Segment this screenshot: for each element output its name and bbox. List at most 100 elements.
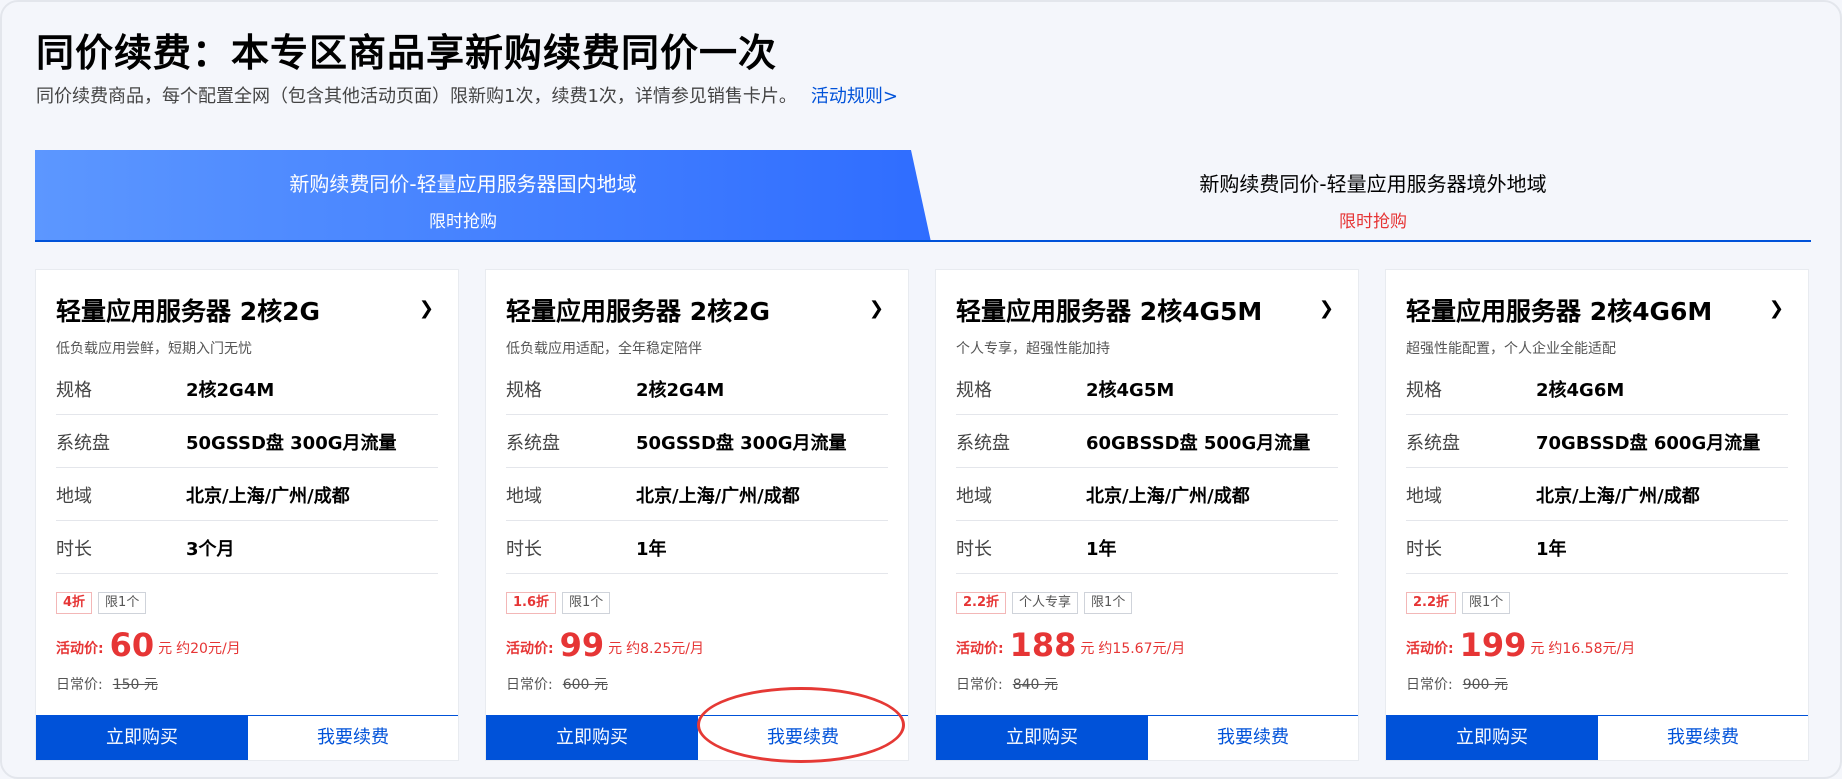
tag-list: 1.6折 限1个: [506, 592, 611, 614]
spec-row: 系统盘 70GBSSD盘 600G月流量: [1406, 415, 1788, 468]
spec-row: 系统盘 60GBSSD盘 500G月流量: [956, 415, 1338, 468]
buy-now-button[interactable]: 立即购买: [36, 715, 248, 760]
chevron-right-icon[interactable]: ❯: [1319, 298, 1334, 319]
region-tabs: 新购续费同价-轻量应用服务器国内地域 限时抢购 新购续费同价-轻量应用服务器境外…: [35, 150, 1811, 242]
product-card: 轻量应用服务器 2核4G5M ❯ 个人专享，超强性能加持 规格 2核4G5M 系统…: [935, 269, 1359, 761]
tag-list: 4折 限1个: [56, 592, 147, 614]
regular-price-label: 日常价:: [506, 677, 553, 693]
spec-value: 1年: [636, 539, 667, 560]
buy-now-button[interactable]: 立即购买: [1386, 715, 1598, 760]
product-desc: 低负载应用尝鲜，短期入门无忧: [56, 341, 252, 357]
regular-price-label: 日常价:: [56, 677, 103, 693]
price-label: 活动价:: [1406, 641, 1454, 657]
regular-price-value: 150 元: [112, 677, 158, 693]
product-desc: 超强性能配置，个人企业全能适配: [1406, 341, 1616, 357]
spec-value: 1年: [1086, 539, 1117, 560]
price-label: 活动价:: [956, 641, 1004, 657]
spec-label: 系统盘: [1406, 433, 1460, 454]
price-unit: 元: [1530, 641, 1545, 657]
spec-label: 规格: [506, 380, 542, 401]
limit-badge: 限1个: [1462, 592, 1511, 614]
spec-row: 系统盘 50GSSD盘 300G月流量: [56, 415, 438, 468]
tag-list: 2.2折 限1个: [1406, 592, 1511, 614]
tab-subtitle: 限时抢购: [429, 212, 497, 232]
price-value: 188: [1009, 626, 1077, 664]
renew-button[interactable]: 我要续费: [698, 715, 908, 760]
regular-price: 日常价: 600 元: [506, 674, 608, 694]
product-name: 轻量应用服务器 2核2G: [56, 297, 321, 326]
spec-label: 地域: [506, 486, 542, 507]
chevron-right-icon[interactable]: ❯: [869, 298, 884, 319]
product-desc: 个人专享，超强性能加持: [956, 341, 1110, 357]
monthly-price: 约15.67元/月: [1098, 641, 1186, 657]
spec-row: 地域 北京/上海/广州/成都: [956, 468, 1338, 521]
tab-domestic[interactable]: 新购续费同价-轻量应用服务器国内地域 限时抢购: [35, 150, 931, 242]
spec-value: 北京/上海/广州/成都: [1536, 486, 1700, 507]
tab-overseas[interactable]: 新购续费同价-轻量应用服务器境外地域 限时抢购: [935, 150, 1811, 242]
price-unit: 元: [608, 641, 623, 657]
product-card: 轻量应用服务器 2核2G ❯ 低负载应用适配，全年稳定陪伴 规格 2核2G4M 系…: [485, 269, 909, 761]
spec-label: 规格: [956, 380, 992, 401]
spec-row: 规格 2核2G4M: [506, 362, 888, 415]
monthly-price: 约20元/月: [176, 641, 241, 657]
discount-badge: 1.6折: [506, 592, 557, 614]
spec-row: 时长 1年: [506, 521, 888, 574]
price-value: 60: [109, 626, 155, 664]
regular-price-label: 日常价:: [1406, 677, 1453, 693]
regular-price-value: 900 元: [1462, 677, 1508, 693]
buy-now-button[interactable]: 立即购买: [486, 715, 698, 760]
spec-label: 规格: [1406, 380, 1442, 401]
activity-price: 活动价: 188 元约15.67元/月: [956, 626, 1185, 664]
spec-row: 地域 北京/上海/广州/成都: [506, 468, 888, 521]
spec-value: 2核4G5M: [1086, 380, 1175, 401]
spec-label: 地域: [1406, 486, 1442, 507]
tab-title: 新购续费同价-轻量应用服务器境外地域: [1199, 172, 1547, 196]
spec-value: 50GSSD盘 300G月流量: [186, 433, 397, 454]
spec-value: 3个月: [186, 539, 235, 560]
spec-label: 规格: [56, 380, 92, 401]
spec-label: 时长: [506, 539, 542, 560]
discount-badge: 2.2折: [1406, 592, 1457, 614]
spec-label: 时长: [1406, 539, 1442, 560]
tab-subtitle: 限时抢购: [1339, 212, 1407, 232]
spec-row: 规格 2核4G6M: [1406, 362, 1788, 415]
spec-label: 时长: [956, 539, 992, 560]
limit-badge: 限1个: [562, 592, 611, 614]
product-card: 轻量应用服务器 2核4G6M ❯ 超强性能配置，个人企业全能适配 规格 2核4G6…: [1385, 269, 1809, 761]
monthly-price: 约16.58元/月: [1548, 641, 1636, 657]
spec-row: 规格 2核4G5M: [956, 362, 1338, 415]
renew-button[interactable]: 我要续费: [1148, 715, 1358, 760]
spec-value: 70GBSSD盘 600G月流量: [1536, 433, 1761, 454]
tag-list: 2.2折 个人专享 限1个: [956, 592, 1133, 614]
activity-price: 活动价: 60 元约20元/月: [56, 626, 241, 664]
page-title: 同价续费：本专区商品享新购续费同价一次: [36, 31, 778, 75]
product-name: 轻量应用服务器 2核2G: [506, 297, 771, 326]
tab-underline: [35, 240, 1811, 242]
product-card: 轻量应用服务器 2核2G ❯ 低负载应用尝鲜，短期入门无忧 规格 2核2G4M 系…: [35, 269, 459, 761]
spec-value: 2核2G4M: [186, 380, 275, 401]
product-name: 轻量应用服务器 2核4G5M: [956, 297, 1263, 326]
tab-title: 新购续费同价-轻量应用服务器国内地域: [289, 172, 637, 196]
renew-button[interactable]: 我要续费: [1598, 715, 1808, 760]
spec-row: 时长 3个月: [56, 521, 438, 574]
spec-label: 地域: [56, 486, 92, 507]
spec-row: 系统盘 50GSSD盘 300G月流量: [506, 415, 888, 468]
spec-row: 时长 1年: [1406, 521, 1788, 574]
page-subtitle: 同价续费商品，每个配置全网（包含其他活动页面）限新购1次，续费1次，详情参见销售…: [36, 82, 898, 108]
spec-label: 地域: [956, 486, 992, 507]
limit-badge: 限1个: [1084, 592, 1133, 614]
chevron-right-icon[interactable]: ❯: [419, 298, 434, 319]
regular-price-value: 840 元: [1012, 677, 1058, 693]
spec-value: 北京/上海/广州/成都: [636, 486, 800, 507]
buy-now-button[interactable]: 立即购买: [936, 715, 1148, 760]
spec-label: 系统盘: [956, 433, 1010, 454]
activity-rules-link[interactable]: 活动规则>: [811, 86, 898, 107]
regular-price: 日常价: 150 元: [56, 674, 158, 694]
regular-price-label: 日常价:: [956, 677, 1003, 693]
spec-label: 时长: [56, 539, 92, 560]
activity-price: 活动价: 99 元约8.25元/月: [506, 626, 704, 664]
spec-value: 50GSSD盘 300G月流量: [636, 433, 847, 454]
renew-button[interactable]: 我要续费: [248, 715, 458, 760]
chevron-right-icon[interactable]: ❯: [1769, 298, 1784, 319]
spec-row: 地域 北京/上海/广州/成都: [56, 468, 438, 521]
